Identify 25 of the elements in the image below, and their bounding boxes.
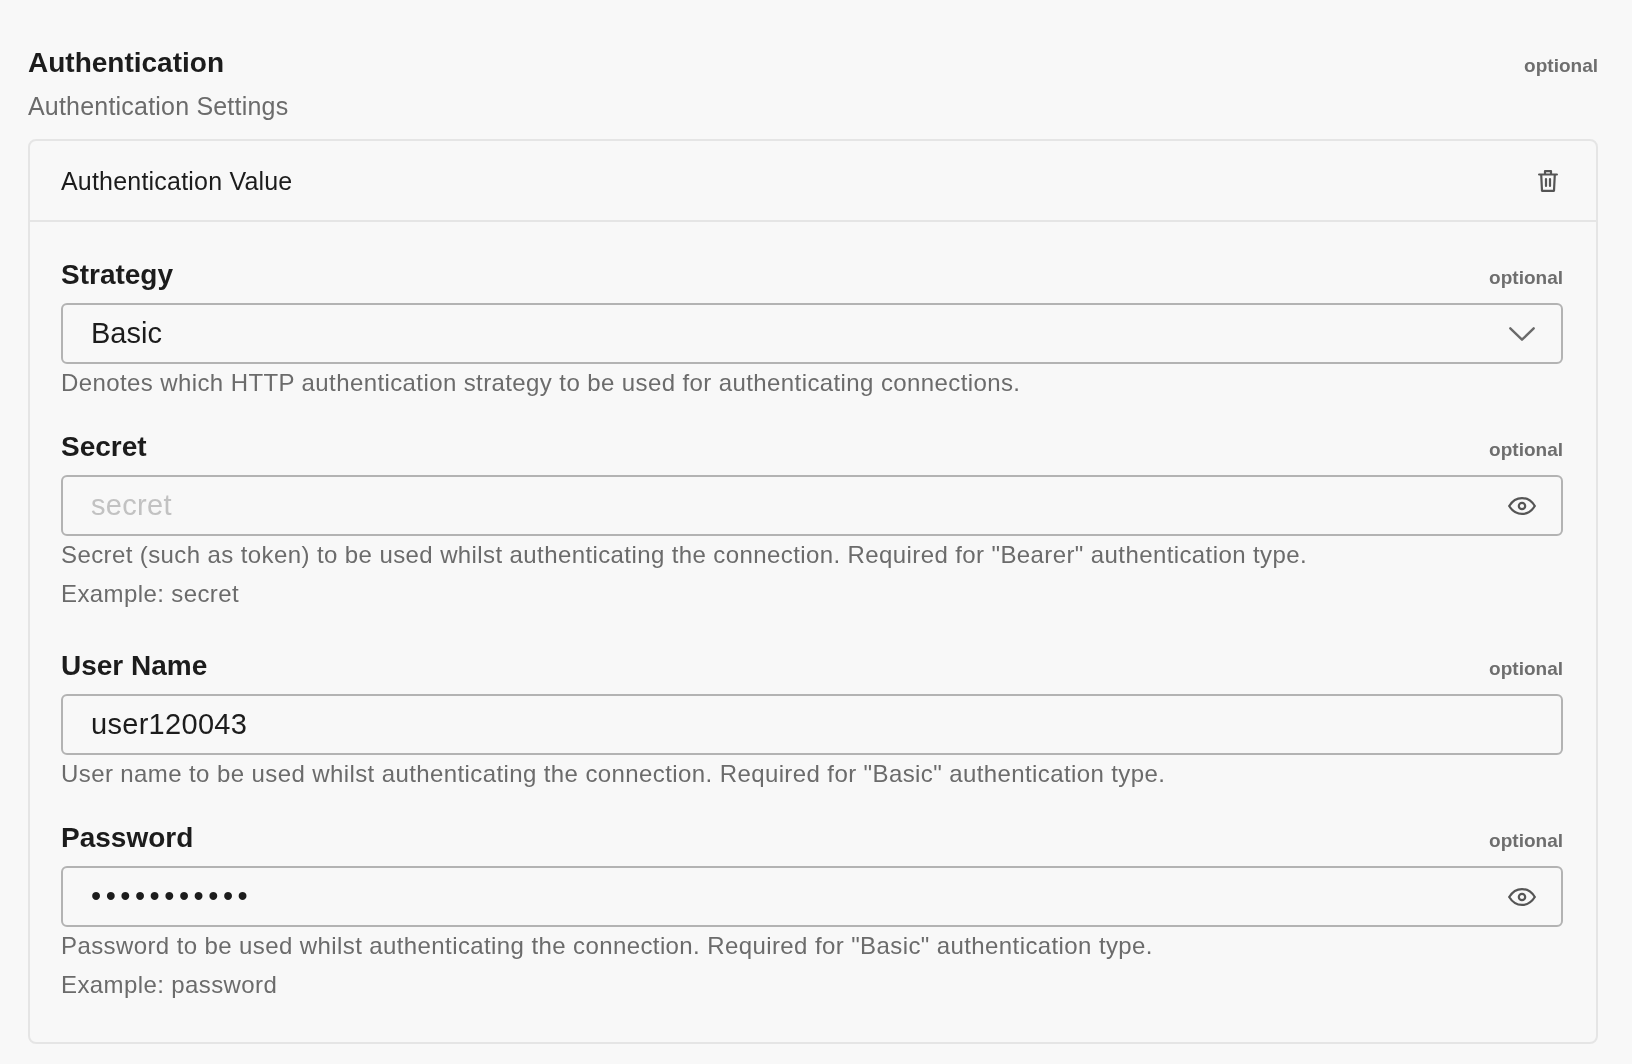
text-field[interactable]: user120043 [61,694,1563,755]
chevron-down-icon [1509,326,1535,341]
eye-icon[interactable] [1508,887,1536,906]
example-text: Example: secret [61,581,241,607]
eye-icon[interactable] [1508,496,1536,515]
section-title: Authentication [28,46,224,80]
optional-label: optional [1489,438,1563,462]
card-title: Authentication Value [61,165,293,196]
help-text: Denotes which HTTP authentication strategy to be used for authenticating connections. [61,370,1022,396]
optional-label: optional [1489,829,1563,853]
section-subtitle: Authentication Settings [28,91,290,121]
field-label: Password [61,822,194,854]
help-text: Password to be used whilst authenticating the connection. Required for "Basic" authentication type. [61,933,1154,959]
trash-icon[interactable] [1538,168,1558,193]
field-label: Strategy [61,259,174,291]
optional-label: optional [1489,266,1563,290]
help-text: Secret (such as token) to be used whilst authenticating the connection. Required for "Bearer" authentication type. [61,542,1308,568]
help-text: User name to be used whilst authenticating the connection. Required for "Basic" authentication type. [61,761,1167,787]
optional-label: optional [1524,54,1598,78]
field-label: User Name [61,650,208,682]
select-field[interactable]: Basic [61,303,1563,364]
example-text: Example: password [61,972,279,998]
optional-label: optional [1489,657,1563,681]
password-field[interactable]: ••••••••••• [61,866,1563,927]
field-label: Secret [61,431,147,463]
